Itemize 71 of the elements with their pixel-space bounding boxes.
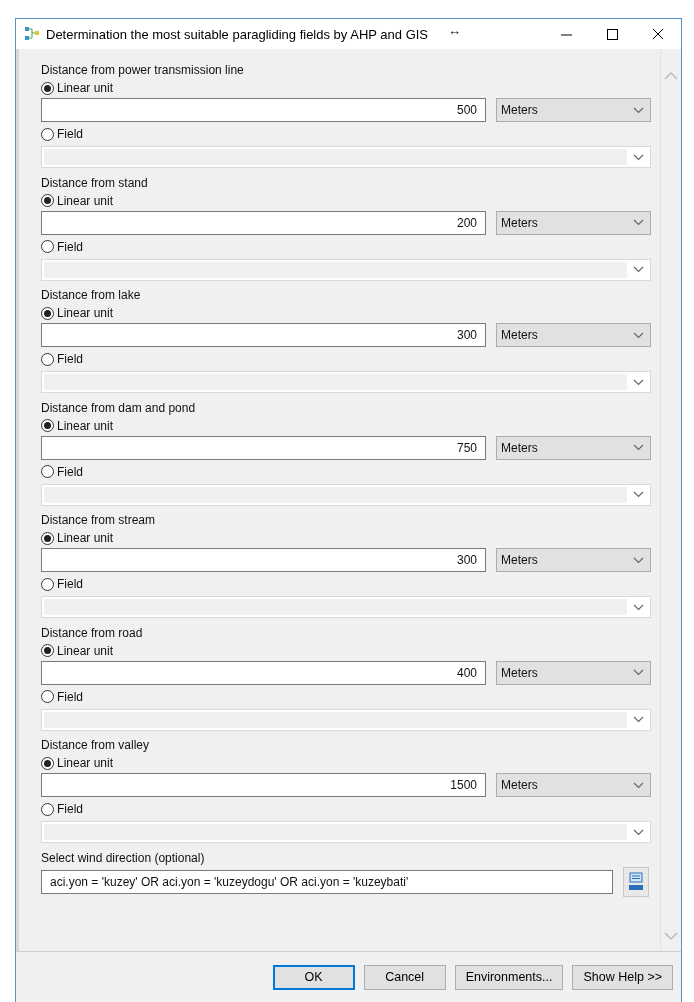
sql-icon [628, 871, 644, 892]
parameter-label: Distance from power transmission line [41, 62, 245, 79]
distance-field[interactable]: 750 [41, 435, 486, 460]
expression-field[interactable]: aci.yon = 'kuzey' OR aci.yon = 'kuzeydogu' OR aci.yon = 'kuzeybati' [41, 869, 613, 894]
unit-dropdown[interactable]: Meters [496, 660, 651, 685]
radio-button[interactable]: Linear unit [41, 529, 114, 547]
radio-button[interactable]: Linear unit [41, 191, 114, 210]
field-dropdown[interactable] [41, 821, 651, 843]
parameter-label: Distance from road [41, 624, 144, 642]
model-icon [24, 26, 40, 42]
chevron-down-icon [633, 378, 644, 386]
unit-dropdown[interactable]: Meters [496, 210, 651, 235]
sql-button[interactable] [623, 866, 649, 897]
radio-button[interactable]: Field [41, 350, 83, 368]
parameter-label: Distance from lake [41, 287, 142, 304]
distance-field[interactable]: 1500 [41, 773, 486, 797]
chevron-down-icon [633, 781, 644, 789]
parameter-label: Select wind direction (optional) [41, 849, 206, 867]
dialog-button[interactable]: Cancel [363, 964, 446, 990]
dialog-button[interactable]: Show Help >> [572, 964, 673, 990]
radio-button[interactable]: Field [41, 687, 83, 706]
resize-glyph: ↔ [448, 22, 462, 38]
maximize-icon [606, 28, 618, 40]
distance-field[interactable]: 200 [41, 210, 486, 235]
chevron-down-icon [633, 219, 644, 226]
radio-button[interactable]: Field [41, 800, 83, 818]
field-dropdown[interactable] [41, 483, 651, 506]
parameter-label: Distance from valley [41, 737, 151, 754]
distance-field[interactable]: 300 [41, 548, 486, 572]
radio-button[interactable]: Field [41, 462, 83, 481]
chevron-down-icon [633, 491, 644, 498]
field-dropdown[interactable] [41, 596, 651, 618]
unit-dropdown[interactable]: Meters [496, 548, 651, 572]
radio-button[interactable]: Linear unit [41, 641, 114, 660]
distance-field[interactable]: 500 [41, 98, 486, 122]
chevron-down-icon [633, 106, 644, 114]
chevron-down-icon [633, 716, 644, 723]
parameter-label: Distance from stand [41, 174, 149, 192]
distance-field[interactable]: 400 [41, 660, 486, 685]
field-dropdown[interactable] [41, 371, 651, 393]
chevron-down-icon [633, 331, 644, 339]
chevron-down-icon [633, 603, 644, 611]
dialog-button[interactable]: OK [272, 964, 355, 990]
unit-dropdown[interactable]: Meters [496, 435, 651, 460]
radio-button[interactable]: Field [41, 125, 83, 143]
distance-field[interactable]: 300 [41, 323, 486, 347]
chevron-down-icon [633, 828, 644, 836]
radio-button[interactable]: Linear unit [41, 304, 114, 322]
unit-dropdown[interactable]: Meters [496, 773, 651, 797]
radio-button[interactable]: Field [41, 237, 83, 256]
field-dropdown[interactable] [41, 146, 651, 168]
radio-button[interactable]: Linear unit [41, 416, 114, 435]
chevron-down-icon [633, 266, 644, 273]
field-dropdown[interactable] [41, 708, 651, 731]
chevron-down-icon [633, 556, 644, 564]
unit-dropdown[interactable]: Meters [496, 98, 651, 122]
chevron-down-icon [633, 669, 644, 676]
field-dropdown[interactable] [41, 258, 651, 281]
window-title: Determination the most suitable paragliding fields by AHP and GIS [46, 26, 429, 42]
unit-dropdown[interactable]: Meters [496, 323, 651, 347]
radio-button[interactable]: Linear unit [41, 754, 114, 772]
radio-button[interactable]: Linear unit [41, 79, 114, 97]
close-icon [652, 28, 664, 40]
parameter-label: Distance from stream [41, 512, 157, 529]
chevron-down-icon [633, 153, 644, 161]
scroll-down-icon[interactable] [664, 932, 678, 941]
scroll-up-icon[interactable] [664, 71, 678, 80]
chevron-down-icon [633, 444, 644, 451]
parameter-label: Distance from dam and pond [41, 399, 197, 417]
dialog-button[interactable]: Environments... [454, 964, 564, 990]
radio-button[interactable]: Field [41, 575, 83, 593]
